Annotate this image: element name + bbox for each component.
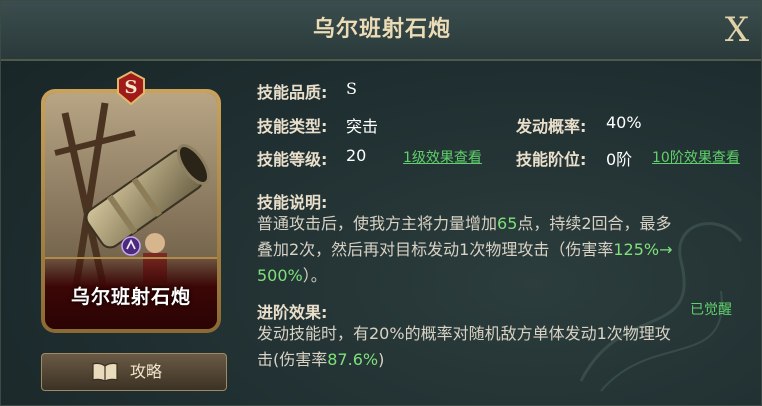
- description-line-1: 普通攻击后，使我方主将力量增加65点，持续2回合，最多: [257, 211, 672, 237]
- guide-button-label: 攻略: [130, 362, 163, 381]
- level-effect-link[interactable]: 1级效果查看: [403, 147, 482, 167]
- prob-value: 40%: [606, 113, 642, 132]
- description-line-2: 叠加2次，然后再对目标发动1次物理攻击（伤害率125%→: [257, 237, 673, 263]
- description-heading: 技能说明:: [257, 193, 328, 212]
- description-text: 点，持续2回合，最多: [517, 214, 672, 233]
- skill-detail-panel: 乌尔班射石炮 X 乌尔班射石炮 S 攻略 技能品质: S 技能类型: 突击 发动…: [0, 0, 762, 406]
- awakened-status: 已觉醒: [690, 302, 732, 318]
- advance-line-2: 击(伤害率87.6%): [257, 347, 384, 373]
- tier-letter: S: [124, 77, 138, 98]
- type-label: 技能类型:: [257, 117, 328, 136]
- description-text: 普通攻击后，使我方主将力量增加: [257, 214, 498, 233]
- page-title: 乌尔班射石炮: [312, 17, 451, 42]
- advance-text: ): [378, 350, 385, 369]
- damage-rate-value: 125%→: [613, 240, 673, 259]
- advance-damage-rate-value: 87.6%: [327, 350, 379, 369]
- description-line-3: 500%）。: [257, 263, 327, 289]
- rank-effect-link[interactable]: 10阶效果查看: [652, 147, 740, 167]
- quality-value: S: [346, 79, 357, 98]
- skill-type-orb-icon: [121, 236, 141, 256]
- advance-line-1: 发动技能时，有20%的概率对随机敌方单体发动1次物理攻: [257, 324, 671, 343]
- level-label: 技能等级:: [257, 150, 328, 169]
- close-button[interactable]: X: [717, 9, 757, 51]
- description-text: ）。: [302, 266, 327, 285]
- description-text: 叠加2次，然后再对目标发动1次物理攻击（伤害率: [257, 240, 614, 259]
- card-frame: 乌尔班射石炮: [41, 89, 221, 333]
- prob-label: 发动概率:: [516, 117, 587, 136]
- rank-label: 技能阶位:: [516, 150, 587, 169]
- rank-value: 0阶: [606, 150, 633, 169]
- advance-text: 击(伤害率: [257, 350, 328, 369]
- card-name: 乌尔班射石炮: [70, 286, 191, 308]
- level-value: 20: [346, 146, 367, 165]
- skill-card: 乌尔班射石炮 S: [41, 71, 221, 333]
- strength-bonus-value: 65: [497, 214, 518, 233]
- type-value: 突击: [346, 117, 379, 136]
- guide-button[interactable]: 攻略: [41, 353, 227, 391]
- quality-label: 技能品质:: [257, 83, 328, 102]
- card-inner: 乌尔班射石炮: [45, 93, 217, 329]
- book-icon: [92, 362, 118, 382]
- damage-rate-max-value: 500%: [257, 266, 303, 285]
- advance-heading: 进阶效果:: [257, 303, 328, 322]
